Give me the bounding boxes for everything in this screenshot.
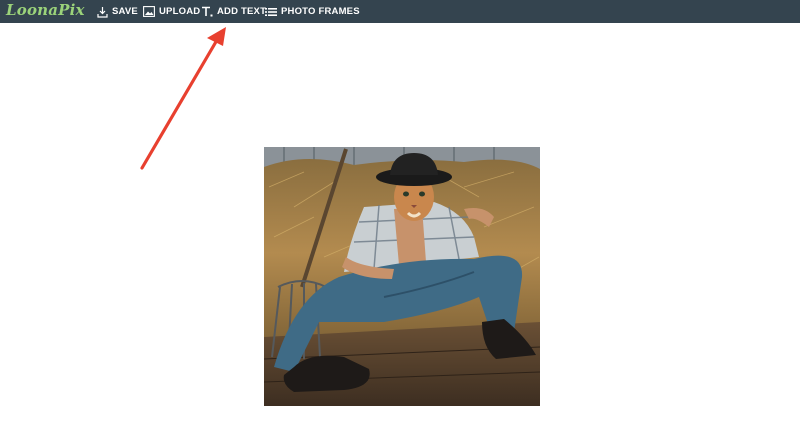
edited-photo [264,147,540,406]
